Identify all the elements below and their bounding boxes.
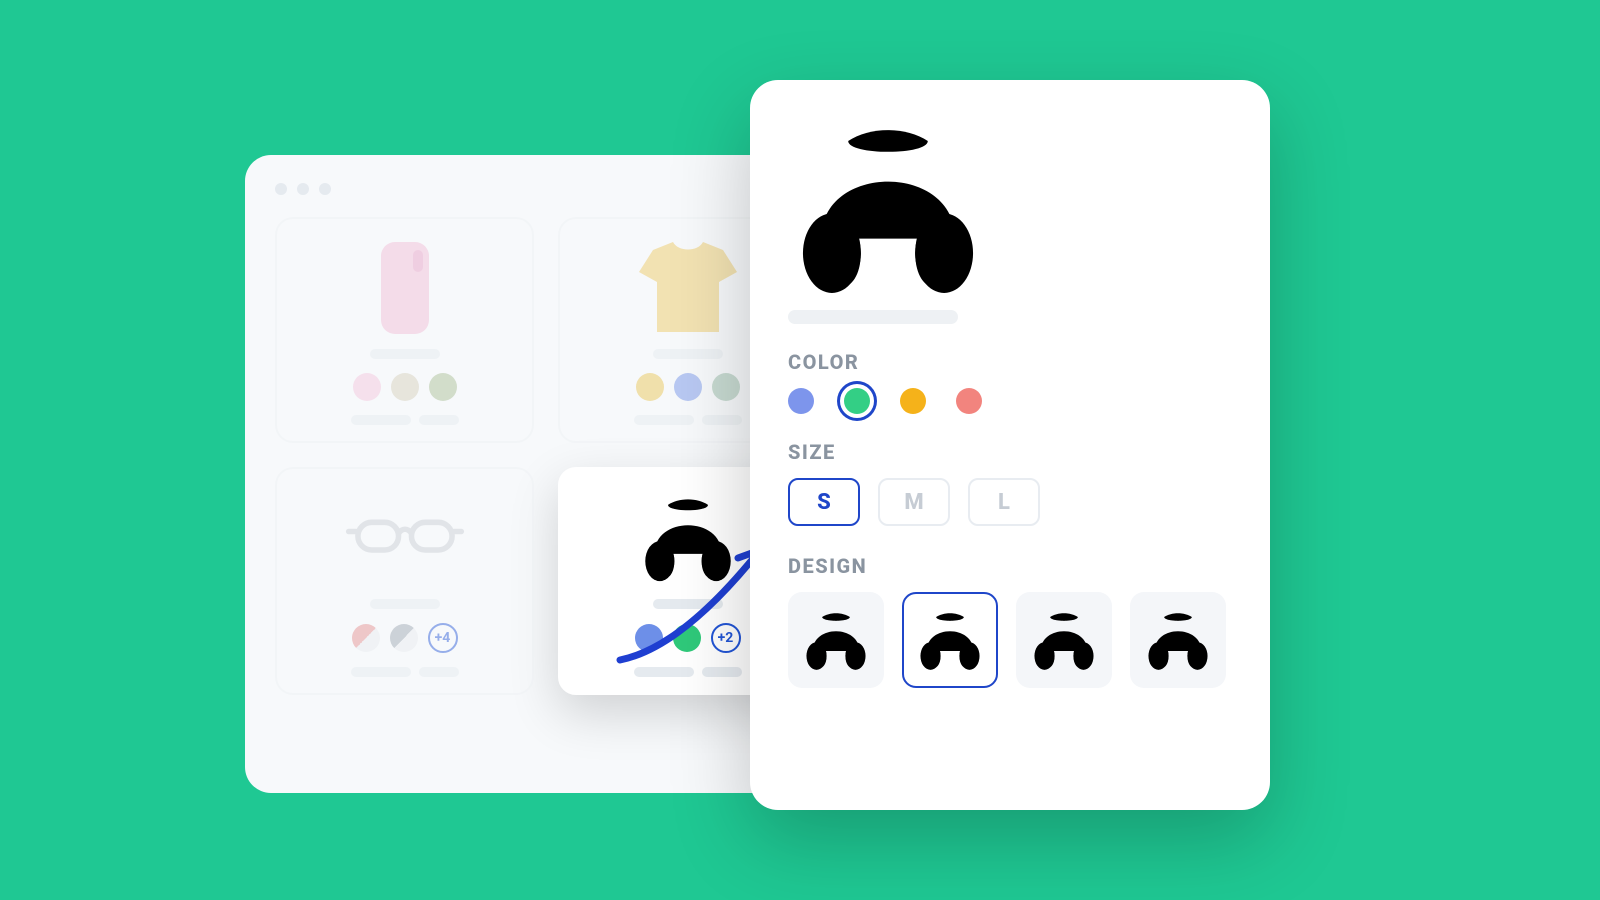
swatch-row: [353, 373, 457, 401]
hero-image: [788, 112, 1232, 302]
more-swatches-button[interactable]: +4: [428, 623, 458, 653]
headphones-icon: [1143, 607, 1213, 673]
size-button-m[interactable]: M: [878, 478, 950, 526]
color-swatch[interactable]: [712, 373, 740, 401]
design-option-red[interactable]: [1130, 592, 1226, 688]
color-option-blue[interactable]: [788, 388, 814, 414]
size-label: L: [998, 490, 1010, 515]
color-swatch[interactable]: [353, 373, 381, 401]
window-dot-icon: [297, 183, 309, 195]
color-swatch[interactable]: [674, 373, 702, 401]
design-row: [788, 592, 1232, 688]
headphones-icon: [628, 483, 748, 593]
size-button-s[interactable]: S: [788, 478, 860, 526]
color-option-yellow[interactable]: [900, 388, 926, 414]
size-label: S: [817, 490, 831, 515]
color-swatch[interactable]: [390, 624, 418, 652]
color-swatch[interactable]: [635, 624, 663, 652]
product-detail-panel: COLOR SIZE S M L DESIGN: [750, 80, 1270, 810]
color-swatch[interactable]: [636, 373, 664, 401]
placeholder-line: [788, 310, 958, 324]
design-option-blue[interactable]: [788, 592, 884, 688]
color-option-green[interactable]: [844, 388, 870, 414]
color-option-red[interactable]: [956, 388, 982, 414]
placeholder-line: [370, 349, 440, 359]
section-label-color: COLOR: [788, 350, 1232, 374]
more-swatches-button[interactable]: +2: [711, 623, 741, 653]
placeholder-line: [351, 415, 459, 425]
window-dot-icon: [275, 183, 287, 195]
headphones-icon: [801, 607, 871, 673]
headphones-icon: [915, 607, 985, 673]
placeholder-line: [351, 667, 459, 677]
phone-case-icon: [345, 233, 465, 343]
headphones-icon: [1029, 607, 1099, 673]
placeholder-line: [653, 349, 723, 359]
placeholder-line: [634, 415, 742, 425]
swatch-row: +4: [352, 623, 458, 653]
size-button-l[interactable]: L: [968, 478, 1040, 526]
color-swatch-row: [788, 388, 1232, 414]
more-prefix: +: [435, 630, 443, 646]
tshirt-icon: [628, 233, 748, 343]
more-count: 4: [442, 630, 450, 646]
size-label: M: [904, 490, 923, 515]
section-label-design: DESIGN: [788, 554, 1232, 578]
size-row: S M L: [788, 478, 1232, 526]
more-count: 2: [725, 630, 733, 646]
color-swatch[interactable]: [429, 373, 457, 401]
swatch-row: [636, 373, 740, 401]
placeholder-line: [370, 599, 440, 609]
color-swatch[interactable]: [673, 624, 701, 652]
placeholder-line: [634, 667, 742, 677]
design-option-green[interactable]: [902, 592, 998, 688]
design-option-yellow[interactable]: [1016, 592, 1112, 688]
placeholder-line: [653, 599, 723, 609]
section-label-size: SIZE: [788, 440, 1232, 464]
glasses-icon: [345, 483, 465, 593]
color-swatch[interactable]: [352, 624, 380, 652]
color-swatch[interactable]: [391, 373, 419, 401]
swatch-row: +2: [635, 623, 741, 653]
more-prefix: +: [718, 630, 726, 646]
catalog-item-phone-case[interactable]: [275, 217, 534, 443]
window-dot-icon: [319, 183, 331, 195]
catalog-item-glasses[interactable]: +4: [275, 467, 534, 695]
headphones-icon: [788, 112, 988, 302]
